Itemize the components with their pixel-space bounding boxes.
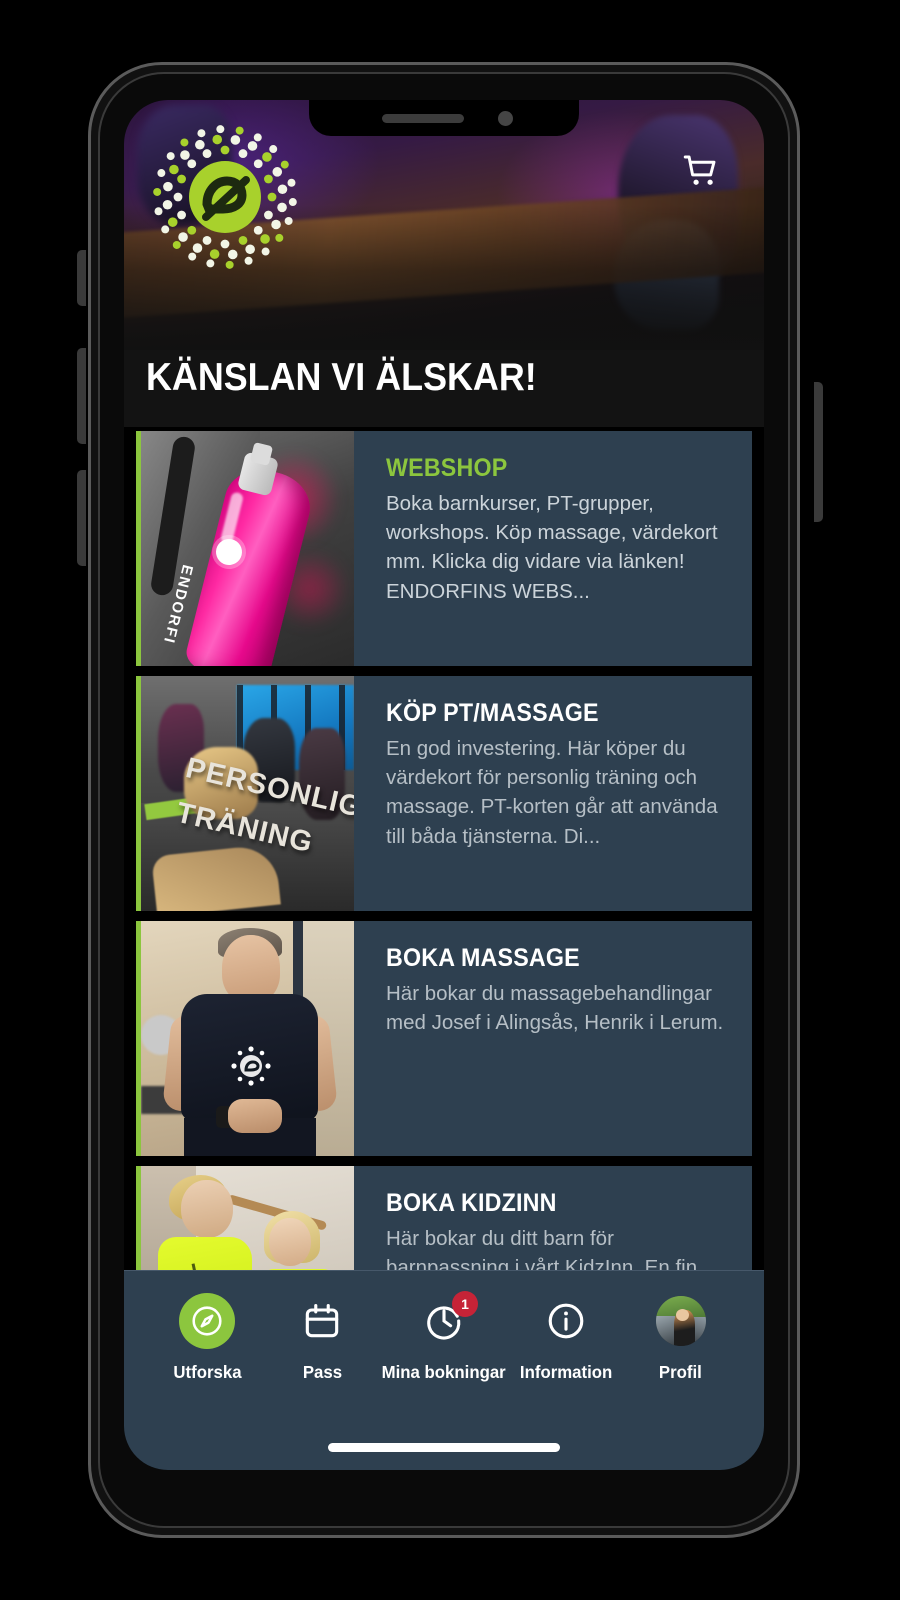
card-body: KÖP PT/MASSAGE En god investering. Här k… xyxy=(354,676,752,911)
shopping-cart-icon xyxy=(683,155,716,185)
card-kop-pt-massage[interactable]: PERSONLIG TRÄNING KÖP PT/MASSAGE En god … xyxy=(136,676,752,911)
card-boka-massage[interactable]: BOKA MASSAGE Här bokar du massagebehandl… xyxy=(136,921,752,1156)
endorfin-e-logo-icon[interactable] xyxy=(150,122,300,272)
nav-item-mina-bokningar[interactable]: 1 Mina bokningar xyxy=(379,1291,508,1383)
front-camera-icon xyxy=(497,110,513,126)
nav-label: Profil xyxy=(659,1362,703,1382)
phone-volume-down-button[interactable] xyxy=(77,470,86,566)
earpiece-speaker-icon xyxy=(381,113,464,123)
card-title: BOKA MASSAGE xyxy=(386,944,580,972)
shirt-logo-icon xyxy=(228,1043,274,1089)
info-circle-icon[interactable] xyxy=(538,1293,594,1349)
page-title-band: KÄNSLAN VI ÄLSKAR! xyxy=(124,350,764,427)
card-thumbnail-trainer xyxy=(141,921,354,1156)
avatar xyxy=(655,1296,706,1346)
nav-label: Utforska xyxy=(173,1362,242,1382)
nav-item-information[interactable]: Information xyxy=(509,1293,624,1383)
card-body: BOKA MASSAGE Här bokar du massagebehandl… xyxy=(354,921,752,1156)
nav-label: Mina bokningar xyxy=(381,1362,507,1382)
phone-notch xyxy=(309,100,579,136)
phone-power-button[interactable] xyxy=(814,382,823,522)
nav-item-pass[interactable]: Pass xyxy=(265,1293,380,1383)
user-avatar-icon[interactable] xyxy=(653,1293,709,1349)
card-description: En god investering. Här köper du värdeko… xyxy=(386,737,718,848)
card-title: BOKA KIDZINN xyxy=(386,1189,557,1217)
notification-badge: 1 xyxy=(452,1291,478,1317)
phone-silent-switch[interactable] xyxy=(77,250,86,306)
screenshot-stage: KÄNSLAN VI ÄLSKAR! ENDORFI WEBSHOP Boka … xyxy=(0,0,900,1600)
card-description: Boka barnkurser, PT-grupper, workshops. … xyxy=(386,492,718,603)
card-title: WEBSHOP xyxy=(386,454,508,482)
card-webshop[interactable]: ENDORFI WEBSHOP Boka barnkurser, PT-grup… xyxy=(136,431,752,666)
compass-icon[interactable] xyxy=(179,1293,236,1349)
nav-item-utforska[interactable]: Utforska xyxy=(150,1293,265,1383)
bottom-navigation-bar: Utforska Pass 1 Mina bokningar Informati… xyxy=(124,1270,764,1470)
nav-label: Pass xyxy=(302,1362,342,1382)
card-description: Här bokar du massagebehandlingar med Jos… xyxy=(386,982,724,1035)
card-title: KÖP PT/MASSAGE xyxy=(386,699,599,727)
card-thumbnail-webshop: ENDORFI xyxy=(141,431,354,666)
cart-button[interactable] xyxy=(678,148,724,194)
page-title: KÄNSLAN VI ÄLSKAR! xyxy=(146,356,537,399)
home-indicator[interactable] xyxy=(328,1443,560,1452)
card-body: WEBSHOP Boka barnkurser, PT-grupper, wor… xyxy=(354,431,752,666)
clock-icon[interactable]: 1 xyxy=(416,1291,478,1349)
content-card-list: ENDORFI WEBSHOP Boka barnkurser, PT-grup… xyxy=(124,431,764,1401)
phone-volume-up-button[interactable] xyxy=(77,348,86,444)
hero-banner xyxy=(124,100,764,350)
nav-label: Information xyxy=(519,1362,613,1382)
phone-screen: KÄNSLAN VI ÄLSKAR! ENDORFI WEBSHOP Boka … xyxy=(124,100,764,1470)
nav-item-profil[interactable]: Profil xyxy=(623,1293,738,1383)
card-thumbnail-personal-training: PERSONLIG TRÄNING xyxy=(141,676,354,911)
calendar-icon[interactable] xyxy=(294,1293,350,1349)
